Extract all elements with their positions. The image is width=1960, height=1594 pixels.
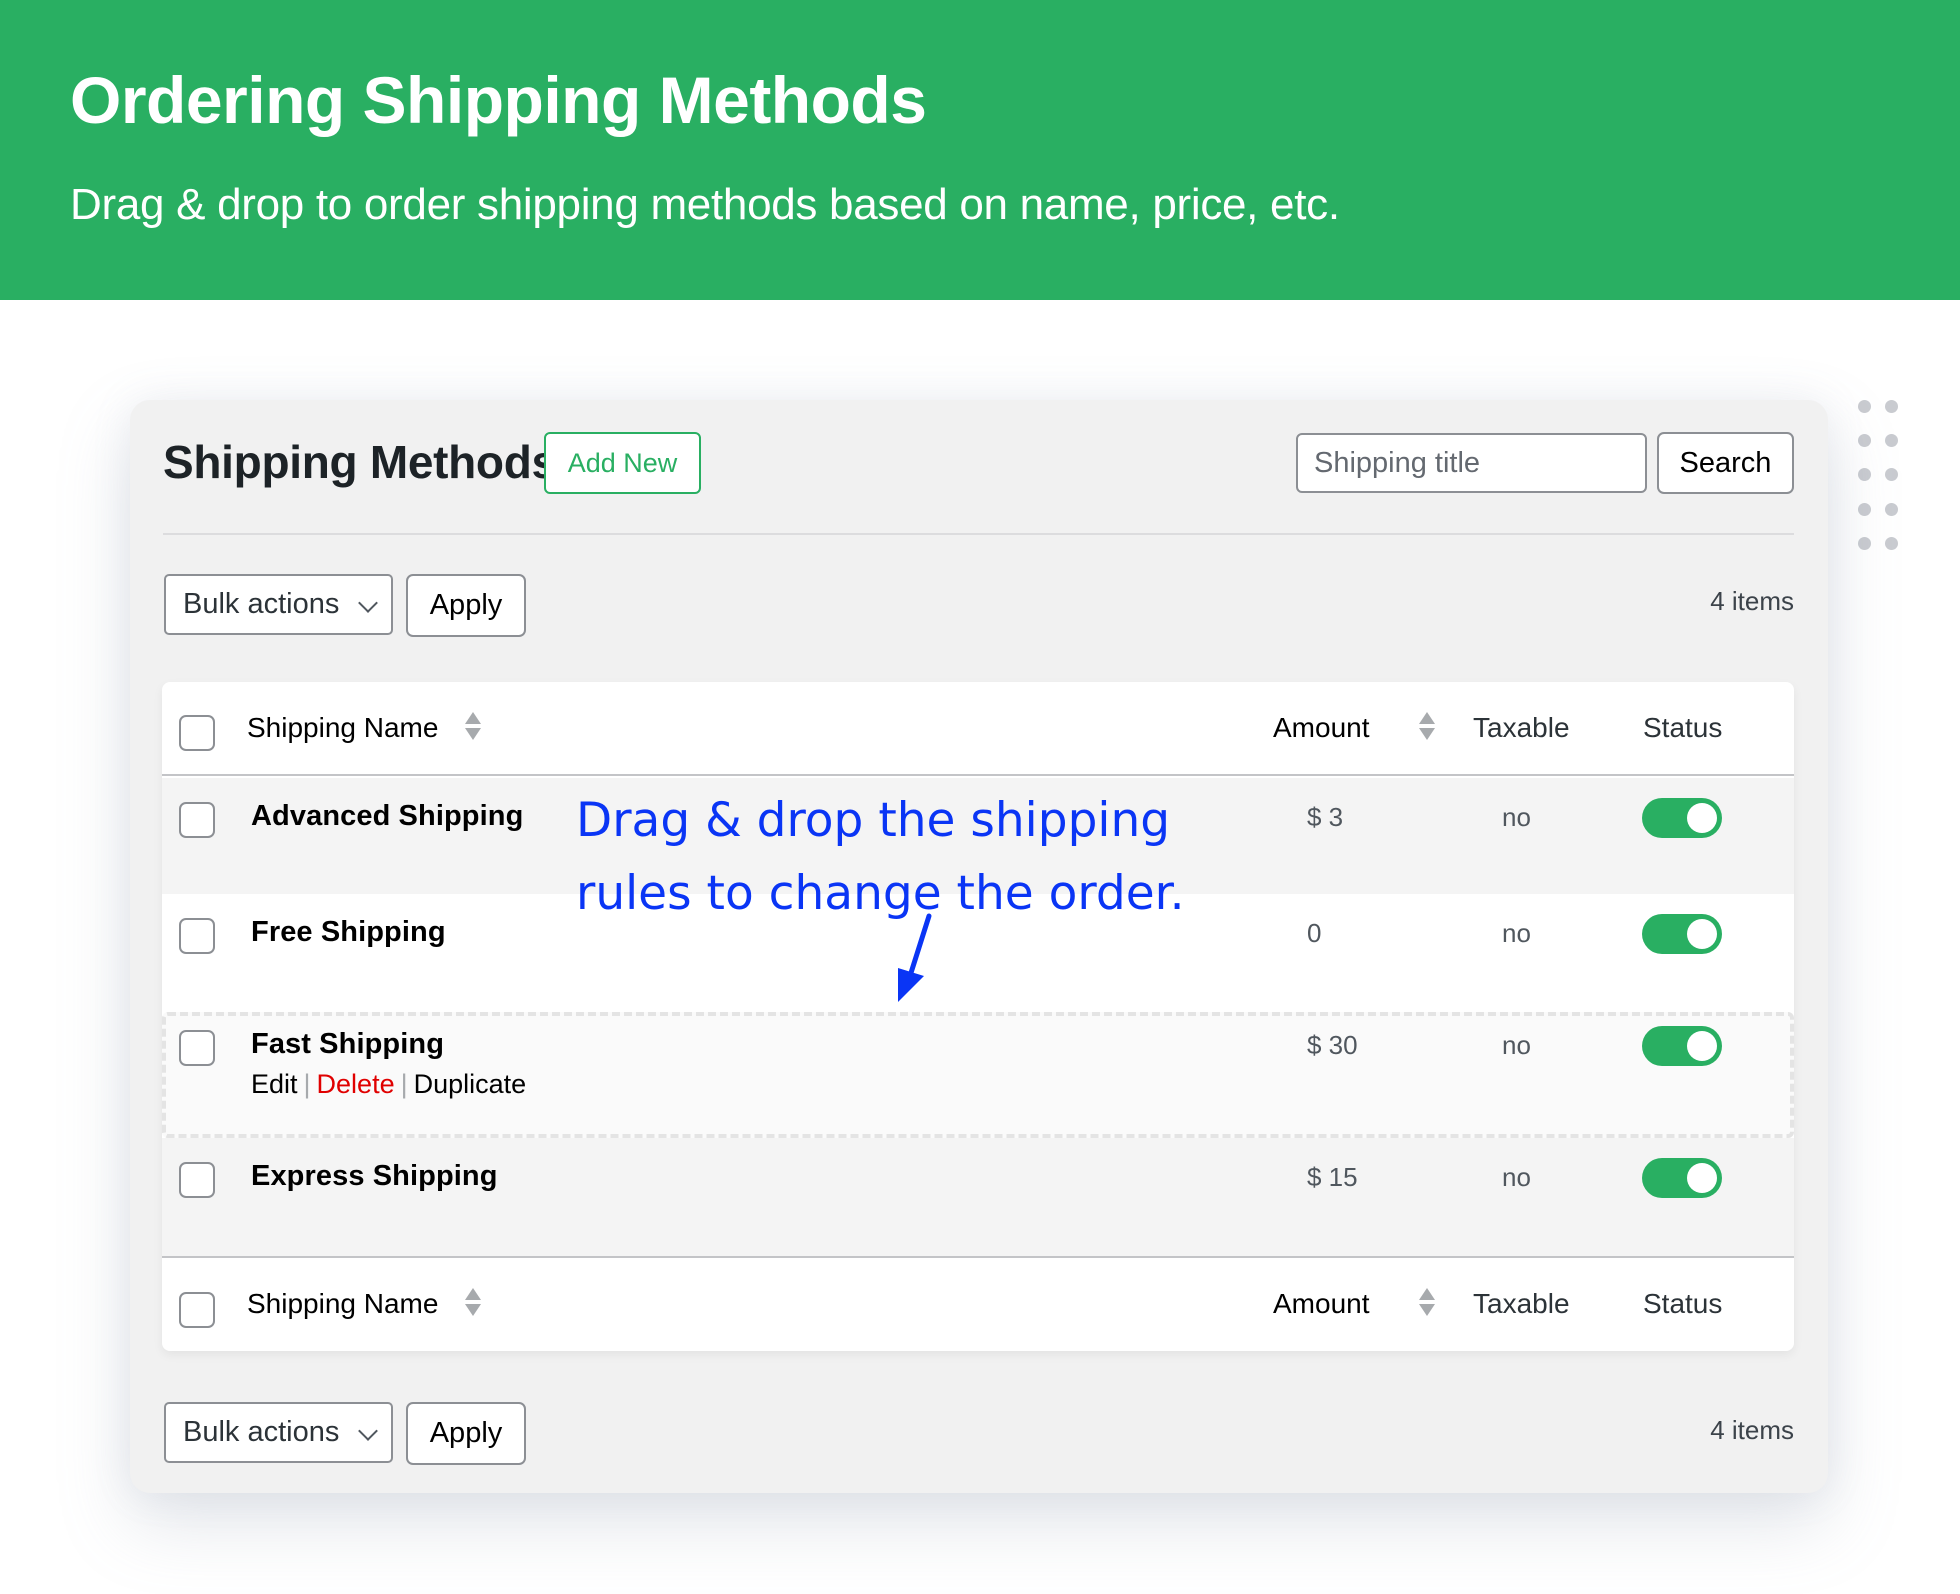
- items-count-bottom: 4 items: [1710, 1415, 1794, 1445]
- shipping-name[interactable]: Free Shipping: [251, 916, 446, 949]
- bulk-actions-select-bottom[interactable]: Bulk actions: [164, 1402, 393, 1463]
- shipping-name[interactable]: Express Shipping: [251, 1160, 498, 1193]
- column-footer-shipping-name[interactable]: Shipping Name: [247, 1288, 438, 1320]
- table-row-dragging[interactable]: Fast Shipping Edit | Delete | Duplicate $ 30…: [162, 1012, 1794, 1138]
- dot-icon: [1885, 537, 1898, 550]
- annotation-line-2: rules to change the order.: [576, 866, 1185, 921]
- bulk-actions-label: Bulk actions: [183, 1416, 340, 1448]
- row-actions: Edit | Delete | Duplicate: [251, 1069, 526, 1100]
- annotation-arrow-icon: [898, 913, 932, 1002]
- chevron-down-icon: [358, 1421, 378, 1441]
- dot-icon: [1858, 503, 1871, 516]
- banner-title: Ordering Shipping Methods: [70, 63, 927, 137]
- sort-icon[interactable]: [465, 712, 481, 742]
- column-header-amount[interactable]: Amount: [1273, 712, 1370, 744]
- dot-icon: [1885, 400, 1898, 413]
- apply-button-bottom[interactable]: Apply: [406, 1402, 526, 1465]
- dot-icon: [1885, 434, 1898, 447]
- bulk-actions-select-top[interactable]: Bulk actions: [164, 574, 393, 635]
- sort-icon[interactable]: [1419, 712, 1435, 742]
- amount-value: $ 15: [1307, 1162, 1358, 1192]
- dot-icon: [1858, 400, 1871, 413]
- amount-value: 0: [1307, 918, 1322, 948]
- dot-icon: [1858, 434, 1871, 447]
- dot-icon: [1885, 503, 1898, 516]
- sort-icon[interactable]: [465, 1288, 481, 1318]
- toggle-knob: [1687, 1163, 1717, 1193]
- row-checkbox[interactable]: [179, 918, 215, 954]
- toggle-knob: [1687, 803, 1717, 833]
- column-footer-taxable: Taxable: [1473, 1288, 1570, 1319]
- dot-icon: [1858, 537, 1871, 550]
- delete-link[interactable]: Delete: [317, 1069, 395, 1099]
- toggle-knob: [1687, 919, 1717, 949]
- edit-link[interactable]: Edit: [251, 1069, 298, 1099]
- amount-value: $ 30: [1307, 1030, 1358, 1060]
- dot-icon: [1858, 468, 1871, 481]
- dot-icon: [1885, 468, 1898, 481]
- chevron-down-icon: [358, 593, 378, 613]
- row-checkbox[interactable]: [179, 1030, 215, 1066]
- table-footer: Shipping Name Amount Taxable Status: [162, 1256, 1794, 1351]
- toggle-knob: [1687, 1031, 1717, 1061]
- status-toggle[interactable]: [1642, 1026, 1722, 1066]
- select-all-checkbox-footer[interactable]: [179, 1292, 215, 1328]
- duplicate-link[interactable]: Duplicate: [414, 1069, 527, 1099]
- add-new-button[interactable]: Add New: [544, 432, 701, 494]
- column-footer-status: Status: [1643, 1288, 1723, 1319]
- taxable-value: no: [1502, 918, 1531, 948]
- bulk-actions-label: Bulk actions: [183, 588, 340, 620]
- drag-drop-annotation: Drag & drop the shipping rules to change…: [576, 784, 1185, 930]
- header-divider: [163, 533, 1794, 535]
- status-toggle[interactable]: [1642, 1158, 1722, 1198]
- separator: |: [303, 1069, 311, 1099]
- column-footer-amount[interactable]: Amount: [1273, 1288, 1370, 1320]
- search-input[interactable]: [1296, 433, 1647, 493]
- status-toggle[interactable]: [1642, 798, 1722, 838]
- items-count-top: 4 items: [1710, 586, 1794, 616]
- separator: |: [400, 1069, 408, 1099]
- shipping-methods-table: Shipping Name Amount Taxable Status Adva…: [162, 682, 1794, 1351]
- annotation-line-1: Drag & drop the shipping: [576, 793, 1171, 848]
- amount-value: $ 3: [1307, 802, 1344, 832]
- header-banner: Ordering Shipping Methods Drag & drop to…: [0, 0, 1960, 300]
- shipping-name[interactable]: Advanced Shipping: [251, 800, 523, 833]
- select-all-checkbox[interactable]: [179, 715, 215, 751]
- table-row[interactable]: Express Shipping $ 15 no: [162, 1138, 1794, 1256]
- taxable-value: no: [1502, 1030, 1531, 1060]
- apply-button-top[interactable]: Apply: [406, 574, 526, 637]
- taxable-value: no: [1502, 1162, 1531, 1192]
- column-header-shipping-name[interactable]: Shipping Name: [247, 712, 438, 744]
- table-header: Shipping Name Amount Taxable Status: [162, 682, 1794, 776]
- shipping-name[interactable]: Fast Shipping: [251, 1028, 444, 1061]
- banner-subtitle: Drag & drop to order shipping methods ba…: [70, 180, 1340, 229]
- taxable-value: no: [1502, 802, 1531, 832]
- page-title: Shipping Methods: [163, 436, 557, 488]
- search-button[interactable]: Search: [1657, 432, 1794, 494]
- status-toggle[interactable]: [1642, 914, 1722, 954]
- row-checkbox[interactable]: [179, 1162, 215, 1198]
- sort-icon[interactable]: [1419, 1288, 1435, 1318]
- shipping-methods-panel: Shipping Methods Add New Search Bulk act…: [130, 400, 1828, 1493]
- row-checkbox[interactable]: [179, 802, 215, 838]
- column-header-taxable: Taxable: [1473, 712, 1570, 743]
- column-header-status: Status: [1643, 712, 1723, 743]
